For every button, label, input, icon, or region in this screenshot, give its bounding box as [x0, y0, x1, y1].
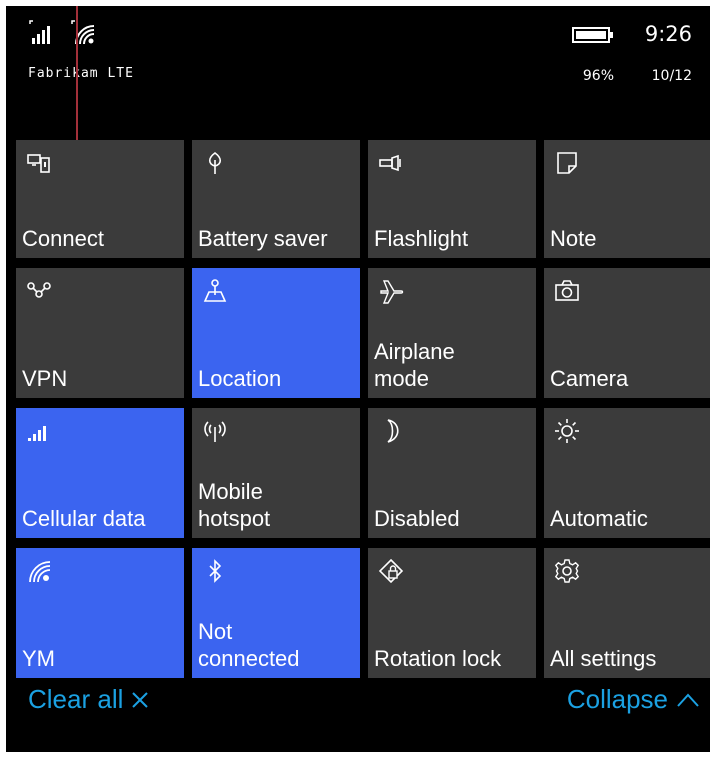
location-icon	[203, 279, 227, 302]
brightness-icon	[555, 419, 579, 443]
date: 10/12	[651, 68, 692, 84]
wifi-icon	[71, 20, 95, 45]
tile-note[interactable]: Note	[544, 140, 710, 258]
status-icons	[28, 20, 98, 46]
moon-icon	[387, 419, 399, 443]
mobile-hotspot-icon	[204, 421, 226, 442]
tile-rotation-lock[interactable]: Rotation lock	[368, 548, 536, 678]
tile-cellular-data[interactable]: Cellular data	[16, 408, 184, 538]
tile-airplane-mode[interactable]: Airplane mode	[368, 268, 536, 398]
camera-icon	[555, 280, 579, 301]
clock: 9:26	[644, 22, 692, 46]
tile-label: Automatic	[550, 506, 648, 531]
tile-vpn[interactable]: VPN	[16, 268, 184, 398]
collapse-button[interactable]: Collapse	[567, 684, 700, 715]
battery-percent: 96%	[582, 68, 614, 84]
pointer-line	[76, 6, 78, 158]
tile-label: All settings	[550, 646, 657, 671]
chevron-up-icon	[677, 693, 699, 707]
clear-all-button[interactable]: Clear all	[28, 684, 149, 715]
tile-label: Flashlight	[374, 226, 469, 251]
tile-label: Airplane mode	[374, 339, 455, 391]
connect-icon	[27, 154, 50, 173]
tile-wifi[interactable]: YM	[16, 548, 184, 678]
note-icon	[557, 152, 577, 174]
bluetooth-icon	[209, 559, 222, 583]
tile-label: VPN	[22, 366, 68, 391]
battery-saver-icon	[208, 152, 222, 174]
tile-label: Connect	[22, 226, 104, 251]
quick-actions-grid: Connect Battery saver Flashlight Note VP…	[16, 140, 710, 678]
tile-label: Not connected	[198, 619, 300, 671]
tile-label: Camera	[550, 366, 629, 391]
rotation-lock-icon	[378, 558, 404, 584]
carrier-name: Fabrikam LTE	[28, 66, 134, 81]
tile-label: Disabled	[374, 506, 460, 531]
tile-label: Rotation lock	[374, 646, 502, 671]
tile-label: Location	[198, 366, 282, 391]
tile-all-settings[interactable]: All settings	[544, 548, 710, 678]
tile-label: Note	[550, 226, 597, 251]
collapse-label: Collapse	[566, 684, 668, 714]
tile-label: Mobile hotspot	[198, 479, 271, 531]
tile-battery-saver[interactable]: Battery saver	[192, 140, 360, 258]
tile-label: YM	[22, 646, 55, 671]
wifi-icon	[29, 561, 51, 583]
clear-all-label: Clear all	[28, 684, 124, 714]
tile-bluetooth[interactable]: Not connected	[192, 548, 360, 678]
tile-label: Battery saver	[198, 226, 328, 251]
tile-camera[interactable]: Camera	[544, 268, 710, 398]
flashlight-icon	[379, 154, 401, 172]
tile-connect[interactable]: Connect	[16, 140, 184, 258]
gear-icon	[554, 559, 580, 583]
tile-location[interactable]: Location	[192, 268, 360, 398]
tile-label: Cellular data	[22, 506, 146, 531]
action-center-screen: Fabrikam LTE 9:26 96% 10/12 Connect Batt…	[6, 6, 710, 752]
tile-quiet-hours[interactable]: Disabled	[368, 408, 536, 538]
close-icon	[132, 691, 149, 708]
tile-mobile-hotspot[interactable]: Mobile hotspot	[192, 408, 360, 538]
tile-flashlight[interactable]: Flashlight	[368, 140, 536, 258]
airplane-icon	[380, 280, 404, 304]
cellular-data-icon	[28, 426, 46, 441]
vpn-icon	[27, 282, 51, 298]
status-right: 9:26 96% 10/12	[536, 20, 696, 90]
signal-strength-icon	[29, 20, 50, 44]
tile-brightness[interactable]: Automatic	[544, 408, 710, 538]
battery-icon	[572, 27, 613, 43]
